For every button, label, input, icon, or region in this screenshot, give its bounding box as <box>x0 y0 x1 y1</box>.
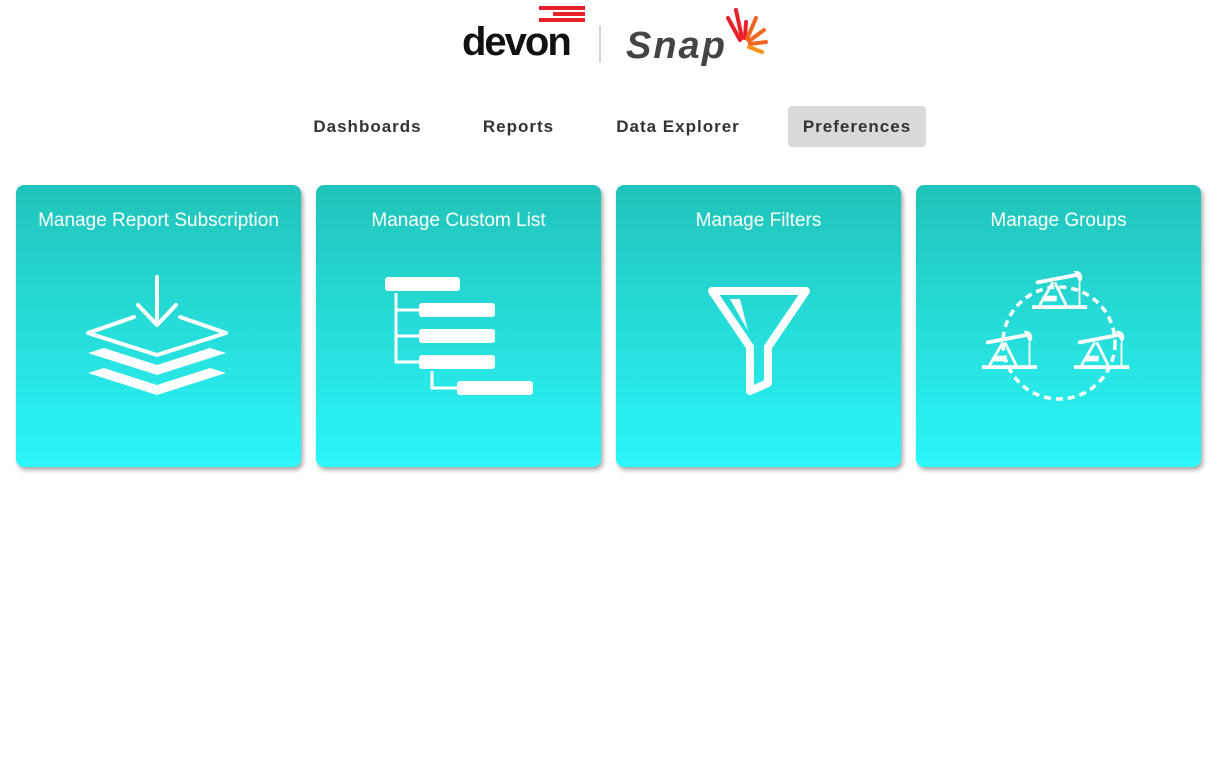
snap-wordmark: Snap <box>626 25 727 67</box>
nav-data-explorer[interactable]: Data Explorer <box>602 106 754 147</box>
card-manage-groups[interactable]: Manage Groups <box>916 185 1201 467</box>
pumpjack-icon <box>982 330 1038 369</box>
pumpjack-icon <box>1074 330 1130 369</box>
card-manage-report-subscription[interactable]: Manage Report Subscription <box>16 185 301 467</box>
snap-logo[interactable]: Snap <box>626 4 776 70</box>
logo-divider <box>599 26 601 62</box>
nav-dashboards[interactable]: Dashboards <box>300 106 435 147</box>
tree-list-icon <box>385 277 533 395</box>
card-title: Manage Custom List <box>371 210 546 231</box>
card-manage-filters[interactable]: Manage Filters <box>616 185 901 467</box>
snap-burst-icon <box>726 8 768 54</box>
pumpjack-cycle-icon <box>982 271 1130 401</box>
card-manage-custom-list[interactable]: Manage Custom List <box>316 185 601 467</box>
nav-reports[interactable]: Reports <box>470 106 567 147</box>
layers-download-icon <box>86 275 228 395</box>
card-title: Manage Groups <box>990 210 1127 231</box>
card-title: Manage Filters <box>695 210 822 231</box>
main-nav: Dashboards Reports Data Explorer Prefere… <box>0 106 1219 147</box>
header: devon Snap <box>0 0 1219 80</box>
devon-logo[interactable]: devon <box>462 4 592 66</box>
devon-wordmark: devon <box>462 20 572 64</box>
card-title: Manage Report Subscription <box>38 210 279 231</box>
nav-preferences[interactable]: Preferences <box>788 106 926 147</box>
funnel-icon <box>708 287 810 395</box>
